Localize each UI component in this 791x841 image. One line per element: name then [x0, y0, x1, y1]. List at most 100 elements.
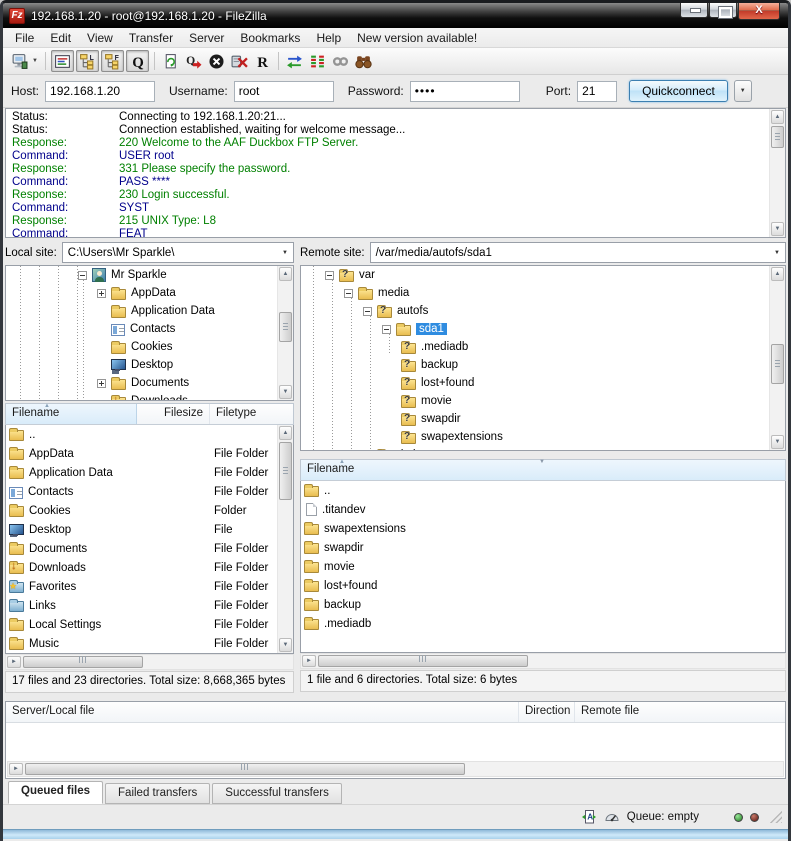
expander-collapse-icon[interactable] — [78, 271, 87, 280]
file-row[interactable]: MusicFile Folder — [6, 634, 293, 653]
quickconnect-dropdown-icon[interactable] — [734, 80, 752, 102]
scroll-down-icon[interactable] — [279, 638, 292, 652]
host-input[interactable] — [45, 81, 155, 102]
tree-item[interactable]: autofs — [301, 302, 785, 320]
file-row[interactable]: .. — [301, 481, 785, 500]
site-manager-button[interactable] — [8, 50, 31, 72]
file-row[interactable]: DesktopFile — [6, 520, 293, 539]
tree-item[interactable]: swapextensions — [301, 428, 785, 446]
menu-file[interactable]: File — [7, 29, 42, 47]
tree-item[interactable]: .mediadb — [301, 338, 785, 356]
reconnect-button[interactable]: R — [251, 50, 274, 72]
menu-transfer[interactable]: Transfer — [121, 29, 181, 47]
scroll-thumb[interactable] — [771, 126, 784, 148]
tab-failed-transfers[interactable]: Failed transfers — [105, 783, 210, 804]
password-input[interactable] — [410, 81, 520, 102]
file-row[interactable]: swapdir — [301, 538, 785, 557]
tree-item[interactable]: AppData — [6, 284, 293, 302]
remote-tree-scrollbar[interactable] — [769, 266, 785, 450]
menu-help[interactable]: Help — [308, 29, 349, 47]
tree-item[interactable]: Documents — [6, 374, 293, 392]
column-header-filesize[interactable]: Filesize — [137, 404, 210, 424]
resize-grip[interactable] — [770, 811, 782, 823]
file-row[interactable]: Application DataFile Folder — [6, 463, 293, 482]
scroll-up-icon[interactable] — [771, 267, 784, 281]
tree-item[interactable]: Cookies — [6, 338, 293, 356]
maximize-button[interactable] — [709, 3, 737, 18]
column-header-filetype[interactable]: Filetype — [210, 404, 293, 424]
file-row[interactable]: movie — [301, 557, 785, 576]
combo-dropdown-icon[interactable] — [768, 250, 780, 256]
column-header-direction[interactable]: Direction — [519, 702, 575, 722]
expander-collapse-icon[interactable] — [363, 307, 372, 316]
local-horizontal-scrollbar[interactable] — [5, 654, 294, 670]
scroll-right-icon[interactable] — [302, 655, 316, 667]
transfer-type-icon[interactable]: A — [581, 809, 597, 825]
queue-horizontal-scrollbar[interactable] — [7, 761, 784, 777]
title-bar[interactable]: Fz 192.168.1.20 - root@192.168.1.20 - Fi… — [3, 3, 788, 28]
file-row[interactable]: DownloadsFile Folder — [6, 558, 293, 577]
menu-bookmarks[interactable]: Bookmarks — [232, 29, 308, 47]
site-manager-dropdown-icon[interactable] — [31, 58, 41, 64]
scroll-thumb[interactable] — [279, 312, 292, 342]
cancel-button[interactable] — [205, 50, 228, 72]
scroll-up-icon[interactable] — [279, 426, 292, 440]
transfer-queue-panel[interactable]: Server/Local file Direction Remote file — [5, 701, 786, 779]
message-log[interactable]: Status:Connecting to 192.168.1.20:21... … — [5, 108, 786, 238]
local-tree-scrollbar[interactable] — [277, 266, 293, 400]
scroll-thumb[interactable] — [23, 656, 143, 668]
expander-collapse-icon[interactable] — [382, 325, 391, 334]
local-tree[interactable]: Mr Sparkle AppData Application Data Cont… — [5, 265, 294, 401]
tree-item[interactable]: Desktop — [6, 356, 293, 374]
tree-item[interactable]: var — [301, 266, 785, 284]
quickconnect-button[interactable]: Quickconnect — [629, 80, 728, 102]
file-row[interactable]: DocumentsFile Folder — [6, 539, 293, 558]
local-file-list[interactable]: .. AppDataFile Folder Application DataFi… — [5, 425, 294, 654]
queue-body[interactable] — [6, 723, 785, 761]
scroll-up-icon[interactable] — [279, 267, 292, 281]
synchronized-browsing-button[interactable] — [329, 50, 352, 72]
scroll-down-icon[interactable] — [771, 435, 784, 449]
tree-item[interactable]: lost+found — [301, 374, 785, 392]
expander-expand-icon[interactable] — [97, 289, 106, 298]
directory-comparison-button[interactable] — [306, 50, 329, 72]
remote-tree[interactable]: var media autofs sda1 .mediadb backup lo… — [300, 265, 786, 451]
scroll-thumb[interactable] — [771, 344, 784, 384]
combo-dropdown-icon[interactable] — [276, 250, 288, 256]
collapse-panel-icon[interactable] — [539, 459, 545, 465]
expander-expand-icon[interactable] — [97, 379, 106, 388]
speed-limits-icon[interactable] — [604, 809, 620, 825]
port-input[interactable] — [577, 81, 617, 102]
close-button[interactable] — [738, 3, 780, 20]
toggle-queue-button[interactable]: Q — [126, 50, 149, 72]
file-row[interactable]: backup — [301, 595, 785, 614]
refresh-button[interactable] — [159, 50, 182, 72]
filter-button[interactable] — [283, 50, 306, 72]
column-header-filename[interactable]: Filename — [6, 404, 137, 424]
find-files-button[interactable] — [352, 50, 375, 72]
file-row[interactable]: swapextensions — [301, 519, 785, 538]
toggle-remote-tree-button[interactable]: F — [101, 50, 124, 72]
menu-view[interactable]: View — [79, 29, 121, 47]
tree-item[interactable]: backup — [301, 356, 785, 374]
tree-item[interactable]: Application Data — [6, 302, 293, 320]
file-row[interactable]: Local SettingsFile Folder — [6, 615, 293, 634]
scroll-right-icon[interactable] — [9, 763, 23, 775]
menu-new-version-notice[interactable]: New version available! — [349, 29, 485, 47]
scroll-up-icon[interactable] — [771, 110, 784, 124]
menu-server[interactable]: Server — [181, 29, 232, 47]
scroll-down-icon[interactable] — [279, 385, 292, 399]
file-row[interactable]: ContactsFile Folder — [6, 482, 293, 501]
remote-file-list[interactable]: .. .titandev swapextensions swapdir movi… — [300, 481, 786, 653]
remote-site-combo[interactable]: /var/media/autofs/sda1 — [370, 242, 786, 263]
column-header-remote-file[interactable]: Remote file — [575, 702, 785, 722]
remote-splitter[interactable] — [300, 451, 786, 459]
file-row[interactable]: .. — [6, 425, 293, 444]
tree-item[interactable]: Downloads — [6, 392, 293, 401]
toggle-message-log-button[interactable] — [51, 50, 74, 72]
tree-item[interactable]: movie — [301, 392, 785, 410]
tree-item-selected[interactable]: sda1 — [301, 320, 785, 338]
scroll-thumb[interactable] — [25, 763, 465, 775]
file-row[interactable]: AppDataFile Folder — [6, 444, 293, 463]
file-row[interactable]: LinksFile Folder — [6, 596, 293, 615]
